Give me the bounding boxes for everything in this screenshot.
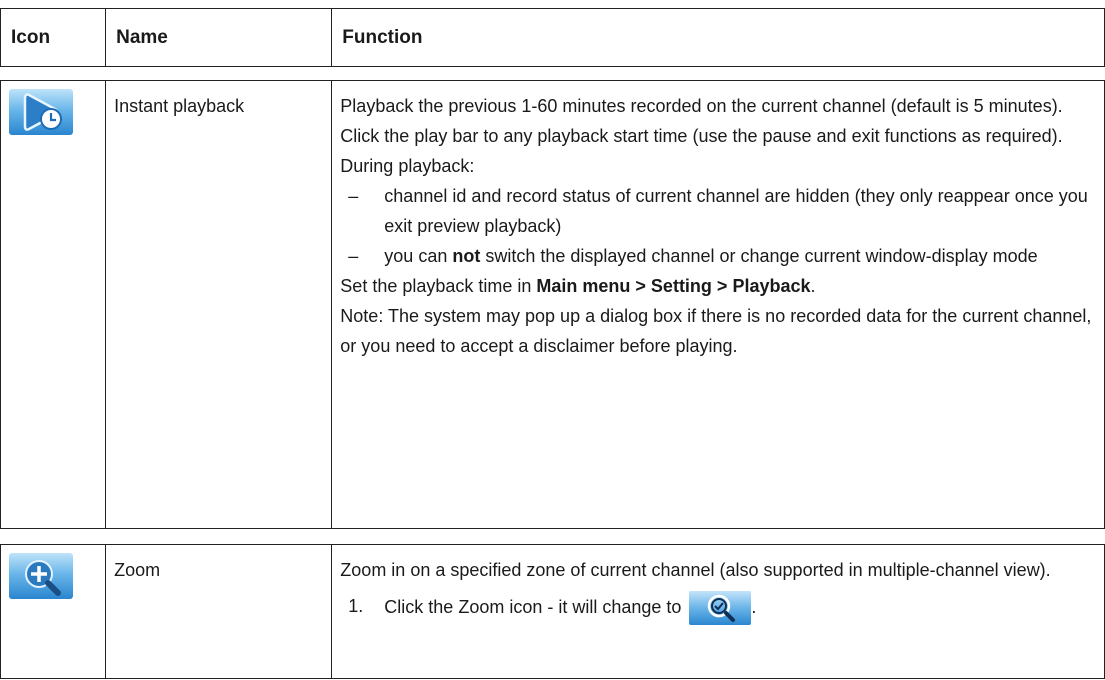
function-cell: Playback the previous 1-60 minutes recor…	[331, 80, 1105, 529]
header-icon: Icon	[0, 8, 107, 67]
table-row: Zoom Zoom in on a specified zone of curr…	[0, 544, 1105, 679]
table-row: Instant playback Playback the previous 1…	[0, 80, 1105, 529]
list-item: 1. Click the Zoom icon - it will change …	[340, 591, 1096, 625]
instant-playback-icon	[9, 89, 73, 135]
header-function: Function	[331, 8, 1105, 67]
list-item: – you can not switch the displayed chann…	[348, 246, 1038, 266]
note-text: Note: The system may pop up a dialog box…	[340, 306, 1092, 356]
zoom-active-icon	[689, 591, 752, 625]
function-cell: Zoom in on a specified zone of current c…	[331, 544, 1105, 679]
name-cell: Zoom	[105, 544, 333, 679]
name-cell: Instant playback	[105, 80, 333, 529]
list-item: – channel id and record status of curren…	[348, 186, 1088, 236]
function-table-header: Icon Name Function	[0, 8, 1105, 67]
icon-cell	[0, 80, 107, 529]
setting-path: Set the playback time in Main menu > Set…	[340, 276, 816, 296]
function-intro: Zoom in on a specified zone of current c…	[340, 560, 1051, 580]
header-name: Name	[105, 8, 333, 67]
icon-cell	[0, 544, 107, 679]
zoom-in-icon	[9, 553, 73, 599]
function-intro: Playback the previous 1-60 minutes recor…	[340, 96, 1063, 176]
